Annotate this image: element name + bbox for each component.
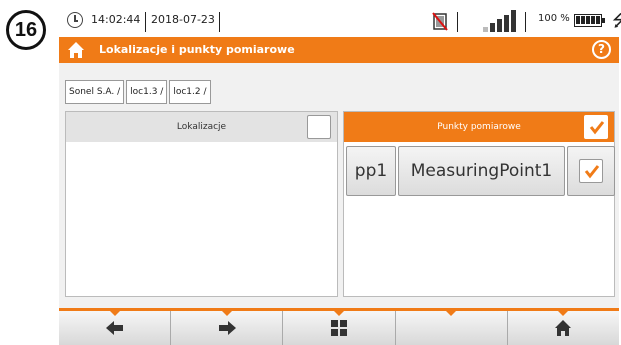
bottom-nav [59, 308, 620, 345]
divider [525, 12, 526, 32]
step-badge: 16 [6, 10, 46, 50]
menu-grid-button[interactable] [283, 311, 396, 345]
home-button[interactable] [507, 311, 620, 345]
locations-header-label: Lokalizacje [176, 122, 227, 132]
checkmark-icon [584, 165, 600, 179]
measuring-point-name[interactable]: MeasuringPoint1 [398, 146, 565, 196]
grid-icon [331, 320, 347, 336]
home-icon [555, 320, 572, 336]
help-icon[interactable]: ? [592, 40, 611, 59]
locations-header[interactable]: Lokalizacje [66, 112, 337, 142]
breadcrumb-item[interactable]: loc1.3 / [126, 80, 168, 104]
breadcrumb-item[interactable]: loc1.2 / [169, 80, 211, 104]
measuring-point-id[interactable]: pp1 [346, 146, 396, 196]
title-bar: Lokalizacje i punkty pomiarowe ? [59, 37, 619, 63]
back-button[interactable] [59, 311, 172, 345]
measuring-point-checkbox[interactable] [579, 159, 603, 183]
battery-icon [574, 14, 605, 27]
measuring-point-checkbox-cell[interactable] [567, 146, 615, 196]
arrow-left-icon [105, 321, 123, 335]
divider [457, 12, 458, 32]
breadcrumb-item[interactable]: Sonel S.A. / [65, 80, 125, 104]
measuring-points-header-label: Punkty pomiarowe [437, 122, 521, 132]
list-item[interactable]: pp1 MeasuringPoint1 [346, 146, 615, 196]
usb-icon: ⭍ [612, 11, 621, 30]
status-date: 2018-07-23 [151, 13, 215, 26]
divider [145, 12, 146, 32]
checkmark-icon [589, 121, 605, 135]
signal-strength-icon [483, 10, 517, 32]
locations-panel: Lokalizacje [65, 111, 338, 297]
page-title: Lokalizacje i punkty pomiarowe [99, 43, 295, 56]
battery-percent: 100 % [538, 13, 570, 24]
home-icon[interactable] [67, 41, 85, 59]
status-time: 14:02:44 [91, 13, 141, 26]
measuring-points-panel: Punkty pomiarowe pp1 MeasuringPoint1 [343, 111, 615, 297]
arrow-right-icon [218, 321, 236, 335]
breadcrumb: Sonel S.A. / loc1.3 / loc1.2 / [65, 80, 211, 104]
measuring-points-header[interactable]: Punkty pomiarowe [344, 112, 614, 142]
no-connection-icon [432, 12, 448, 31]
forward-button[interactable] [171, 311, 284, 345]
clock-icon [67, 12, 83, 28]
main-content: Sonel S.A. / loc1.3 / loc1.2 / Lokalizac… [59, 63, 619, 308]
locations-select-all-checkbox[interactable] [307, 115, 331, 139]
empty-nav-button [395, 311, 508, 345]
divider [219, 12, 220, 32]
status-bar: 14:02:44 2018-07-23 100 % ⭍ [59, 6, 621, 36]
measuring-points-select-all-checkbox[interactable] [584, 115, 608, 139]
